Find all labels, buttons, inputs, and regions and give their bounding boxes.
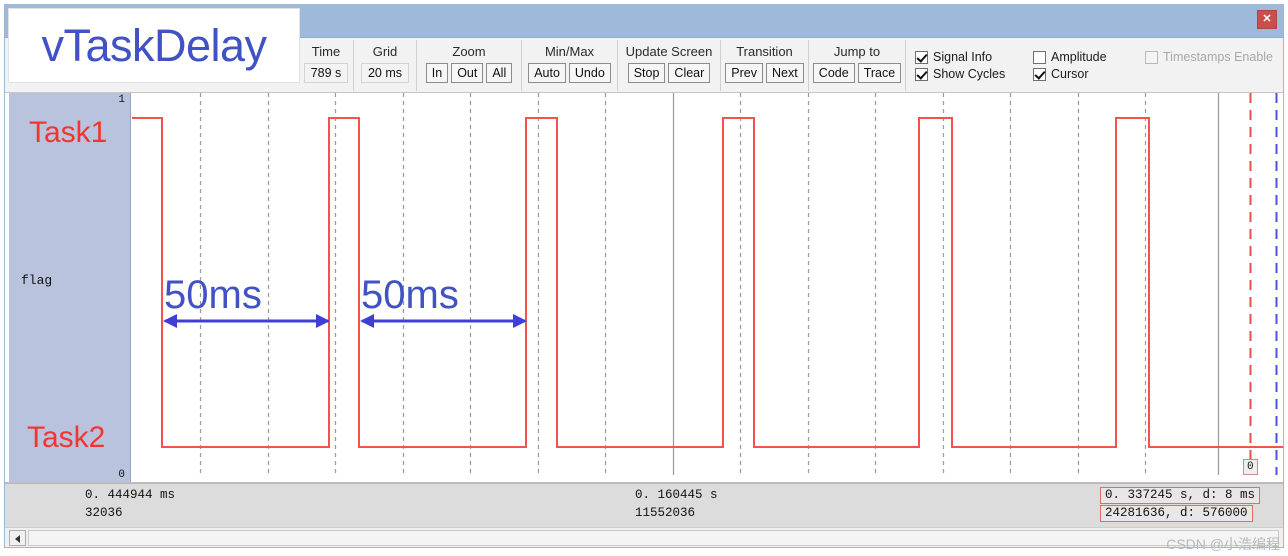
update-clear-button[interactable]: Clear (668, 63, 711, 83)
toolbar-options: Signal Info Amplitude Timestamps Enable … (905, 40, 1283, 91)
transition-prev-button[interactable]: Prev (725, 63, 763, 83)
measure-label-1: 50ms (164, 273, 262, 317)
overlay-title-box: vTaskDelay (8, 8, 300, 83)
zoom-all-button[interactable]: All (486, 63, 513, 83)
checkbox-timestamps-enable: Timestamps Enable (1145, 50, 1273, 64)
minmax-auto-button[interactable]: Auto (528, 63, 566, 83)
checkbox-amplitude-label: Amplitude (1051, 50, 1107, 64)
close-icon[interactable]: ✕ (1257, 10, 1277, 29)
checkbox-show-cycles-label: Show Cycles (933, 67, 1006, 81)
toolbar-group-minmax-title: Min/Max (544, 44, 595, 59)
cursor-value-badge: 0 (1243, 459, 1258, 475)
toolbar-group-zoom: Zoom In Out All (416, 40, 521, 91)
scale-min-label: 0 (118, 469, 125, 481)
transition-next-button[interactable]: Next (766, 63, 804, 83)
checkbox-show-cycles-box[interactable] (915, 67, 928, 81)
task2-annotation: Task2 (27, 421, 106, 454)
checkbox-signal-info-box[interactable] (915, 50, 928, 64)
zoom-in-button[interactable]: In (425, 63, 449, 83)
status-cursor-time: 0. 337245 s, d: 8 ms (1100, 487, 1261, 504)
status-left-cycles: 32036 (85, 506, 123, 520)
zoom-out-button[interactable]: Out (451, 63, 484, 83)
waveform-trace (132, 117, 1283, 448)
signal-legend-pane[interactable]: 1 0 flag Task1 Task2 (9, 93, 131, 482)
watermark: CSDN @小浩编程 (1166, 536, 1280, 552)
status-bar: 0. 444944 ms 32036 0. 160445 s 11552036 … (5, 483, 1283, 527)
toolbar-group-grid: Grid 20 ms (353, 40, 416, 91)
waveform-canvas[interactable]: 50ms 50ms 0 (132, 93, 1283, 482)
jump-to-trace-button[interactable]: Trace (857, 63, 902, 83)
checkbox-timestamps-enable-box (1145, 50, 1158, 64)
signal-name-label: flag (21, 273, 53, 288)
toolbar-group-transition: Transition Prev Next (720, 40, 808, 91)
status-mid-cycles: 11552036 (635, 506, 696, 520)
status-left-time: 0. 444944 ms (85, 488, 176, 502)
horizontal-scrollbar[interactable] (5, 527, 1283, 547)
checkbox-show-cycles[interactable]: Show Cycles (915, 67, 1033, 81)
time-value: 789 s (303, 63, 349, 83)
measure-label-2: 50ms (361, 273, 459, 317)
scrollbar-track[interactable] (28, 530, 1279, 546)
toolbar-group-zoom-title: Zoom (452, 44, 486, 59)
minmax-undo-button[interactable]: Undo (568, 63, 611, 83)
scale-max-label: 1 (118, 94, 125, 106)
plot-area: 1 0 flag Task1 Task2 50ms 50ms 0 (5, 93, 1283, 483)
toolbar-group-time: Time 789 s (299, 40, 353, 91)
checkbox-cursor[interactable]: Cursor (1033, 67, 1089, 81)
window-frame: ✕ Time 789 s Grid 20 ms Zoom In Out All (4, 4, 1284, 548)
grid-value: 20 ms (360, 63, 410, 83)
task1-annotation: Task1 (29, 116, 108, 149)
toolbar-group-update-screen-title: Update Screen (625, 44, 713, 59)
toolbar-group-grid-title: Grid (372, 44, 398, 59)
toolbar-group-transition-title: Transition (736, 44, 793, 59)
toolbar-group-time-title: Time (311, 44, 341, 59)
checkbox-amplitude[interactable]: Amplitude (1033, 50, 1145, 64)
checkbox-amplitude-box[interactable] (1033, 50, 1046, 64)
checkbox-signal-info[interactable]: Signal Info (915, 50, 1033, 64)
overlay-title-text: vTaskDelay (41, 19, 267, 71)
status-cursor-cycles: 24281636, d: 576000 (1100, 505, 1253, 522)
scope-window-root: ✕ Time 789 s Grid 20 ms Zoom In Out All (0, 0, 1288, 556)
toolbar-group-jump-to: Jump to Code Trace (808, 40, 905, 91)
jump-to-code-button[interactable]: Code (812, 63, 855, 83)
status-mid-time: 0. 160445 s (635, 488, 718, 502)
scroll-left-icon[interactable] (9, 530, 26, 546)
checkbox-cursor-box[interactable] (1033, 67, 1046, 81)
update-stop-button[interactable]: Stop (627, 63, 666, 83)
checkbox-timestamps-enable-label: Timestamps Enable (1163, 50, 1273, 64)
toolbar-group-minmax: Min/Max Auto Undo (521, 40, 617, 91)
toolbar-group-jump-to-title: Jump to (833, 44, 881, 59)
toolbar-group-update-screen: Update Screen Stop Clear (617, 40, 720, 91)
checkbox-cursor-label: Cursor (1051, 67, 1089, 81)
checkbox-signal-info-label: Signal Info (933, 50, 993, 64)
